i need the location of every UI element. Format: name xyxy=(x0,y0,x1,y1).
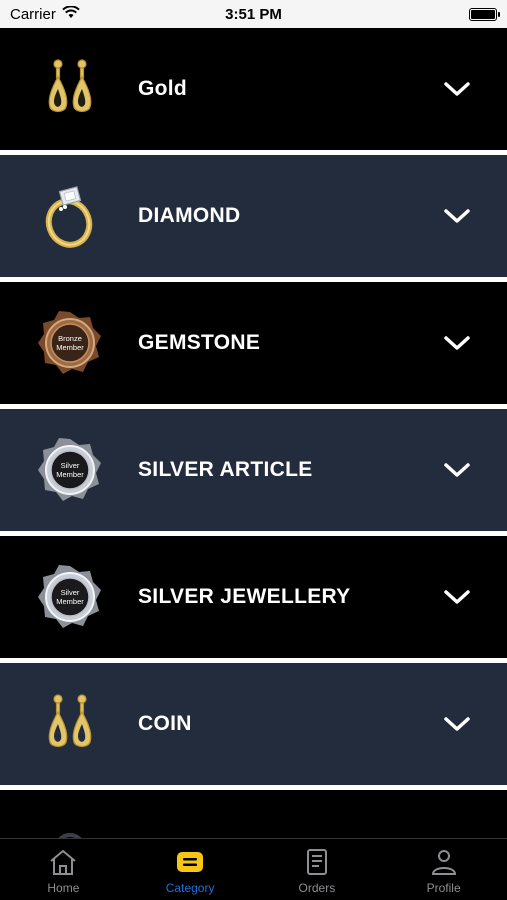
badge-text: Silver xyxy=(61,588,80,597)
earrings-icon xyxy=(35,54,105,124)
chevron-down-icon[interactable] xyxy=(443,79,471,99)
category-row-silver-article[interactable]: Silver Member SILVER ARTICLE xyxy=(0,409,507,531)
earrings-icon xyxy=(35,689,105,759)
chevron-down-icon[interactable] xyxy=(443,714,471,734)
tab-profile[interactable]: Profile xyxy=(389,847,499,895)
category-list: Gold DIAMOND Bronze Member GEMSTONE Silv… xyxy=(0,28,507,855)
chevron-down-icon[interactable] xyxy=(443,206,471,226)
category-row-diamond[interactable]: DIAMOND xyxy=(0,155,507,277)
category-row-silver-jewellery[interactable]: Silver Member SILVER JEWELLERY xyxy=(0,536,507,658)
tab-category[interactable]: Category xyxy=(135,847,245,895)
category-icon xyxy=(175,847,205,877)
silver-member-badge-icon: Silver Member xyxy=(35,562,105,632)
profile-icon xyxy=(429,847,459,877)
chevron-down-icon[interactable] xyxy=(443,587,471,607)
category-label: Gold xyxy=(138,77,188,100)
badge-text: Bronze xyxy=(58,334,82,343)
battery-icon xyxy=(469,7,500,21)
category-row-gold[interactable]: Gold xyxy=(0,28,507,150)
tab-home[interactable]: Home xyxy=(8,847,118,895)
tab-label: Profile xyxy=(426,881,461,895)
category-row-coin[interactable]: COIN xyxy=(0,663,507,785)
tab-bar: Home Category Orders Profile xyxy=(0,838,507,900)
badge-text: Member xyxy=(56,597,84,606)
chevron-down-icon[interactable] xyxy=(443,460,471,480)
badge-text: Member xyxy=(56,343,84,352)
chevron-down-icon[interactable] xyxy=(443,333,471,353)
home-icon xyxy=(48,847,78,877)
category-label: SILVER ARTICLE xyxy=(138,458,313,481)
tab-label: Orders xyxy=(298,881,336,895)
tab-orders[interactable]: Orders xyxy=(262,847,372,895)
tab-label: Category xyxy=(165,881,215,895)
category-label: SILVER JEWELLERY xyxy=(138,585,351,608)
tab-label: Home xyxy=(47,881,80,895)
wifi-icon xyxy=(62,4,80,23)
silver-member-badge-icon: Silver Member xyxy=(35,435,105,505)
carrier-info: Carrier xyxy=(10,4,80,23)
category-row-gemstone[interactable]: Bronze Member GEMSTONE xyxy=(0,282,507,404)
carrier-label: Carrier xyxy=(10,5,56,23)
category-label: GEMSTONE xyxy=(138,331,261,354)
badge-text: Member xyxy=(56,470,84,479)
ring-icon xyxy=(35,181,105,251)
category-label: COIN xyxy=(138,712,192,735)
status-bar: Carrier 3:51 PM xyxy=(0,0,507,28)
category-label: DIAMOND xyxy=(138,204,241,227)
bronze-member-badge-icon: Bronze Member xyxy=(35,308,105,378)
badge-text: Silver xyxy=(61,461,80,470)
orders-icon xyxy=(302,847,332,877)
